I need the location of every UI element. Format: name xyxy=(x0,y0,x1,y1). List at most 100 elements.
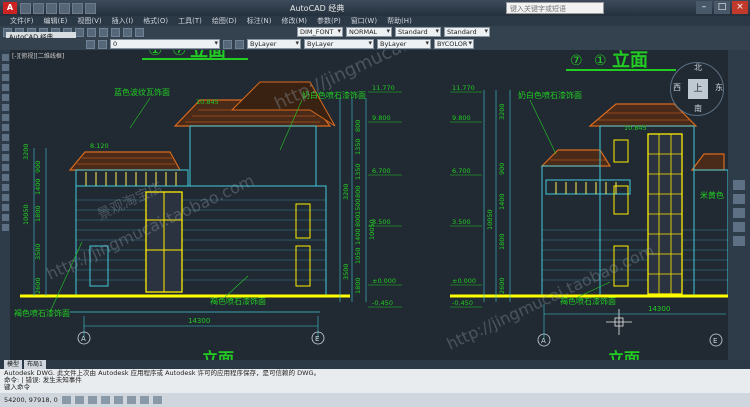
left-lower-roof xyxy=(68,151,182,171)
dynamic-input-icon[interactable] xyxy=(139,396,149,404)
elev-left-neg450: -0.450 xyxy=(372,299,393,307)
dim-style-select[interactable]: NORMAL xyxy=(346,27,392,37)
undo-icon[interactable] xyxy=(72,2,83,14)
lineweight-select[interactable]: ByLayer xyxy=(377,39,431,49)
color-select[interactable]: ByLayer xyxy=(247,39,301,49)
menu-draw[interactable]: 绘图(D) xyxy=(212,16,237,26)
viewcube-south[interactable]: 南 xyxy=(694,103,702,114)
menu-window[interactable]: 窗口(W) xyxy=(351,16,377,26)
close-button[interactable]: × xyxy=(732,1,748,14)
polygon-icon[interactable] xyxy=(1,84,9,91)
axis-left-e: E xyxy=(315,335,319,343)
width-left: 14300 xyxy=(188,317,210,325)
plot-style-select[interactable]: BYCOLOR xyxy=(434,39,474,49)
tab-layout1[interactable]: 布局1 xyxy=(24,360,46,369)
tab-model[interactable]: 模型 xyxy=(4,360,23,369)
make-block-icon[interactable] xyxy=(1,164,9,171)
ellipse-icon[interactable] xyxy=(1,144,9,151)
rectangle-icon[interactable] xyxy=(1,94,9,101)
region-icon[interactable] xyxy=(1,204,9,211)
ortho-mode-icon[interactable] xyxy=(87,396,97,404)
match-properties-icon[interactable] xyxy=(87,27,96,37)
grid-display-icon[interactable] xyxy=(74,396,84,404)
mtext-icon[interactable] xyxy=(1,224,9,231)
hatch-icon[interactable] xyxy=(1,184,9,191)
command-line[interactable]: Autodesk DWG. 此文件上次由 Autodesk 应用程序或 Auto… xyxy=(0,369,750,393)
lineweight-icon[interactable] xyxy=(152,396,162,404)
left-title-num-1: ① xyxy=(148,50,162,59)
menu-format[interactable]: 格式(O) xyxy=(143,16,168,26)
table-style-select[interactable]: Standard xyxy=(395,27,441,37)
spline-icon[interactable] xyxy=(1,134,9,141)
construction-line-icon[interactable] xyxy=(1,64,9,71)
redo-icon[interactable] xyxy=(111,27,120,37)
menu-edit[interactable]: 编辑(E) xyxy=(44,16,68,26)
layer-state-icon[interactable] xyxy=(98,39,107,49)
navigation-bar xyxy=(728,50,750,360)
new-icon[interactable] xyxy=(20,2,31,14)
zoom-extents-icon[interactable] xyxy=(733,208,745,218)
help-search-input[interactable]: 键入关键字或短语 xyxy=(506,2,604,14)
gradient-icon[interactable] xyxy=(1,194,9,201)
application-menu-button[interactable]: A xyxy=(3,2,17,14)
right-title-text: 立面 xyxy=(612,50,648,71)
command-input[interactable]: 键入命令 xyxy=(4,384,746,391)
menu-file[interactable]: 文件(F) xyxy=(10,16,34,26)
minimize-button[interactable]: – xyxy=(696,1,712,14)
dim-mid-1350a: 1350 xyxy=(354,138,362,155)
elev-left-10845: 10.845 xyxy=(196,98,219,106)
menu-modify[interactable]: 修改(M) xyxy=(281,16,307,26)
dim-left-10050: 10050 xyxy=(22,204,30,225)
undo-icon[interactable] xyxy=(99,27,108,37)
polyline-icon[interactable] xyxy=(1,74,9,81)
linetype-select[interactable]: ByLayer xyxy=(304,39,374,49)
viewcube-top-face[interactable]: 上 xyxy=(688,79,708,99)
title-bar: A AutoCAD 经典 键入关键字或短语 – □ × xyxy=(0,0,750,16)
menu-dimension[interactable]: 标注(N) xyxy=(247,16,272,26)
viewcube[interactable]: 上 北 南 西 东 xyxy=(670,62,724,116)
label-yellow-right: 米黄色 xyxy=(700,190,724,200)
object-snap-tracking-icon[interactable] xyxy=(126,396,136,404)
snap-mode-icon[interactable] xyxy=(61,396,71,404)
steering-wheel-icon[interactable] xyxy=(733,180,745,190)
circle-icon[interactable] xyxy=(1,114,9,121)
table-icon[interactable] xyxy=(1,214,9,221)
plot-icon[interactable] xyxy=(59,2,70,14)
text-style-select[interactable]: DIM_FONT xyxy=(297,27,343,37)
multileader-style-select[interactable]: Standard xyxy=(444,27,490,37)
elev-right-3500: 3.500 xyxy=(452,218,471,226)
layer-select[interactable]: 0 xyxy=(110,39,220,49)
menu-tools[interactable]: 工具(T) xyxy=(178,16,202,26)
dim-mid-800: 800 xyxy=(354,120,362,132)
layer-manager-icon[interactable] xyxy=(86,39,95,49)
menu-help[interactable]: 帮助(H) xyxy=(387,16,412,26)
line-icon[interactable] xyxy=(1,54,9,61)
viewcube-west[interactable]: 西 xyxy=(673,82,681,93)
arc-icon[interactable] xyxy=(1,104,9,111)
pan-icon[interactable] xyxy=(733,194,745,204)
right-title-num-1: ⑦ xyxy=(570,53,583,69)
showmotion-icon[interactable] xyxy=(733,236,745,246)
pan-icon[interactable] xyxy=(123,27,132,37)
layer-previous-icon[interactable] xyxy=(235,39,244,49)
object-snap-icon[interactable] xyxy=(113,396,123,404)
save-icon[interactable] xyxy=(46,2,57,14)
paste-icon[interactable] xyxy=(75,27,84,37)
menu-parametric[interactable]: 参数(P) xyxy=(317,16,341,26)
orbit-icon[interactable] xyxy=(733,222,745,232)
point-icon[interactable] xyxy=(1,174,9,181)
open-icon[interactable] xyxy=(33,2,44,14)
menu-view[interactable]: 视图(V) xyxy=(77,16,101,26)
redo-icon[interactable] xyxy=(85,2,96,14)
polar-tracking-icon[interactable] xyxy=(100,396,110,404)
revision-cloud-icon[interactable] xyxy=(1,124,9,131)
make-current-icon[interactable] xyxy=(223,39,232,49)
dim-mid-800c: 800 xyxy=(354,215,362,227)
drawing-area[interactable]: [-][俯视][二维线框] ① ⑦ 立面 xyxy=(10,50,728,360)
maximize-button[interactable]: □ xyxy=(714,1,730,14)
viewcube-east[interactable]: 东 xyxy=(715,82,723,93)
zoom-icon[interactable] xyxy=(135,27,144,37)
viewcube-north[interactable]: 北 xyxy=(694,62,702,73)
insert-block-icon[interactable] xyxy=(1,154,9,161)
menu-insert[interactable]: 插入(I) xyxy=(112,16,134,26)
